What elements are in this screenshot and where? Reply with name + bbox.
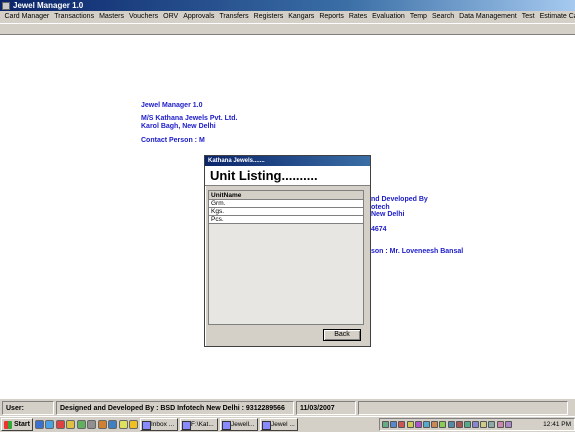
menu-orv[interactable]: ORV — [161, 11, 181, 23]
tray-icon[interactable] — [480, 421, 488, 428]
menu-transactions[interactable]: Transactions — [52, 11, 97, 23]
start-button[interactable]: Start — [1, 418, 33, 431]
task-folder[interactable]: F:\Kat... — [180, 418, 218, 431]
bg-app-name: Jewel Manager 1.0 — [141, 102, 203, 109]
tray-icon[interactable] — [463, 421, 471, 428]
tray-icon[interactable] — [431, 421, 439, 428]
unit-listing-dialog: Kathana Jewels....... Unit Listing......… — [204, 155, 371, 347]
desktop-icon[interactable] — [34, 420, 44, 429]
taskbar: Start Inbox ... F:\Kat... Jewell... Jewe… — [0, 416, 575, 432]
tray-icon[interactable] — [455, 421, 463, 428]
window-title: Jewel Manager 1.0 — [13, 1, 84, 10]
tray-icon[interactable] — [472, 421, 480, 428]
menu-vouchers[interactable]: Vouchers — [126, 11, 160, 23]
menu-registers[interactable]: Registers — [251, 11, 286, 23]
bg-company: M/S Kathana Jewels Pvt. Ltd. — [141, 115, 238, 122]
desktop-screen: Jewel Manager 1.0 Card Manager Transacti… — [0, 0, 575, 432]
menu-transfers[interactable]: Transfers — [217, 11, 251, 23]
tray-icon[interactable] — [504, 421, 512, 428]
smiley-icon[interactable] — [129, 420, 138, 429]
tray-icon[interactable] — [390, 421, 398, 428]
tray-icon[interactable] — [382, 421, 389, 428]
grid-column-header[interactable]: UnitName — [209, 191, 363, 200]
menu-temp[interactable]: Temp — [407, 11, 429, 23]
app-icon-1[interactable] — [76, 420, 86, 429]
bg-contact: Contact Person : M — [141, 137, 205, 144]
menu-evaluation[interactable]: Evaluation — [370, 11, 408, 23]
tray-icon[interactable] — [422, 421, 430, 428]
tray-icon[interactable] — [439, 421, 447, 428]
dialog-heading: Unit Listing.......... — [205, 166, 370, 186]
toolbar-strip — [0, 23, 575, 35]
media-icon[interactable] — [55, 420, 65, 429]
app-icon — [2, 1, 10, 10]
tray-icon[interactable] — [406, 421, 414, 428]
system-tray: 12:41 PM — [379, 418, 575, 431]
status-user: User: — [2, 400, 54, 415]
window-titlebar[interactable]: Jewel Manager 1.0 — [0, 0, 575, 11]
tray-icon[interactable] — [496, 421, 504, 428]
menu-masters[interactable]: Masters — [97, 11, 127, 23]
menu-bar: Card Manager Transactions Masters Vouche… — [0, 11, 575, 23]
windows-logo-icon — [4, 420, 12, 429]
status-empty — [358, 400, 568, 415]
menu-approvals[interactable]: Approvals — [181, 11, 217, 23]
start-label: Start — [14, 421, 30, 428]
tray-icon[interactable] — [447, 421, 455, 428]
table-row[interactable]: Grm. — [209, 200, 363, 208]
menu-test[interactable]: Test — [519, 11, 537, 23]
bg-phone: 4674 — [371, 226, 387, 233]
menu-search[interactable]: Search — [429, 11, 456, 23]
bg-infotech: otech — [371, 204, 390, 211]
bg-designed-by: nd Developed By — [371, 196, 428, 203]
clock[interactable]: 12:41 PM — [543, 421, 571, 428]
back-button[interactable]: Back — [323, 329, 361, 341]
folder-icon[interactable] — [66, 420, 75, 429]
unit-grid: UnitName Grm. Kgs. Pcs. — [208, 190, 364, 325]
menu-rates[interactable]: Rates — [346, 11, 369, 23]
main-content: Jewel Manager 1.0 M/S Kathana Jewels Pvt… — [0, 35, 575, 398]
menu-reports[interactable]: Reports — [317, 11, 347, 23]
status-bar: User: Designed and Developed By : BSD In… — [0, 398, 575, 416]
bg-contact2: son : Mr. Loveneesh Bansal — [371, 248, 464, 255]
app-icon-4[interactable] — [108, 420, 117, 429]
bg-new-delhi: New Delhi — [371, 211, 405, 218]
menu-kangars[interactable]: Kangars — [286, 11, 317, 23]
bg-address: Karol Bagh, New Delhi — [141, 123, 216, 130]
menu-estimate-calculator[interactable]: Estimate Calculator — [537, 11, 575, 23]
app-icon-3[interactable] — [97, 420, 107, 429]
status-designed: Designed and Developed By : BSD Infotech… — [56, 400, 294, 415]
dialog-titlebar[interactable]: Kathana Jewels....... — [205, 156, 370, 166]
app-icon-2[interactable] — [87, 420, 96, 429]
tray-icon[interactable] — [398, 421, 406, 428]
task-jewel[interactable]: Jewel ... — [260, 418, 298, 431]
ie-icon[interactable] — [45, 420, 54, 429]
task-inbox[interactable]: Inbox ... — [140, 418, 178, 431]
menu-data-management[interactable]: Data Management — [457, 11, 520, 23]
tray-icon[interactable] — [414, 421, 422, 428]
status-date: 11/03/2007 — [296, 400, 356, 415]
task-jewell[interactable]: Jewell... — [220, 418, 258, 431]
table-row[interactable]: Kgs. — [209, 208, 363, 216]
table-row[interactable]: Pcs. — [209, 216, 363, 224]
tray-icon[interactable] — [488, 421, 496, 428]
menu-card-manager[interactable]: Card Manager — [2, 11, 52, 23]
app-icon-5[interactable] — [118, 420, 128, 429]
